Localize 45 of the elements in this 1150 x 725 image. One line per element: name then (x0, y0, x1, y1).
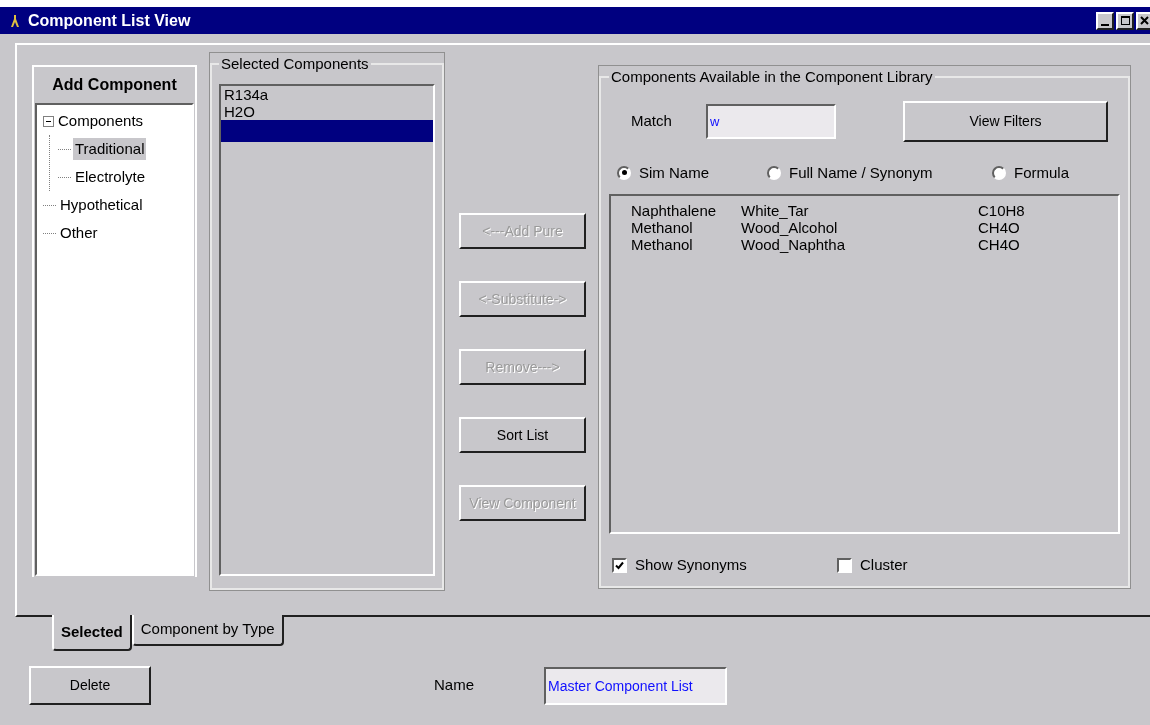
radio-label: Formula (1014, 162, 1069, 183)
action-button[interactable]: Delete (29, 666, 151, 705)
action-button[interactable]: View Filters (903, 100, 1108, 142)
checkbox-label: Cluster (860, 555, 908, 575)
table-cell-text: Naphthalene (631, 202, 718, 219)
match-label: Match (631, 110, 673, 131)
checkbox[interactable] (837, 557, 852, 573)
table-cell-text: Wood_Naphtha (741, 236, 846, 253)
maximize-icon[interactable] (1116, 11, 1134, 30)
list-item[interactable]: H2O (221, 102, 433, 120)
collapse-icon[interactable] (43, 115, 54, 127)
table-cell-text: Methanol (631, 236, 694, 253)
tab[interactable]: Component by Type (131, 615, 284, 646)
table-cell: C10H8 (978, 202, 1025, 219)
name-field[interactable]: Master Component List (544, 666, 727, 705)
minimize-icon[interactable] (1096, 11, 1114, 30)
tab[interactable]: Selected (52, 615, 132, 651)
tree-item[interactable]: Other (58, 221, 100, 245)
window-title: Component List View (28, 10, 191, 31)
checkbox[interactable] (612, 557, 627, 573)
table-cell-text: Methanol (631, 219, 694, 236)
tree-item[interactable]: Electrolyte (73, 165, 148, 189)
app-icon (10, 13, 20, 28)
close-icon[interactable] (1136, 11, 1150, 30)
table-cell: CH4O (978, 219, 1020, 236)
table-cell-text: Wood_Alcohol (741, 219, 839, 236)
checkbox-label: Show Synonyms (635, 555, 747, 575)
table-cell-text: White_Tar (741, 202, 810, 219)
radio-label: Sim Name (639, 162, 709, 183)
table-cell: CH4O (978, 236, 1020, 253)
match-field[interactable]: w (706, 103, 836, 139)
radio-button[interactable] (767, 165, 781, 180)
tree-item[interactable]: Hypothetical (58, 193, 145, 217)
name-label: Name (434, 675, 474, 696)
radio-button[interactable] (617, 165, 631, 180)
action-button[interactable]: Sort List (459, 417, 586, 453)
tree-item[interactable]: Traditional (73, 137, 147, 161)
radio-button[interactable] (992, 165, 1006, 180)
radio-label: Full Name / Synonym (789, 162, 933, 183)
selected-row[interactable] (221, 119, 433, 142)
tree-item[interactable]: Components (56, 109, 146, 133)
panel-title: Add Component (51, 75, 178, 95)
list-item[interactable]: R134a (221, 85, 433, 103)
group-title: Selected Components (220, 54, 370, 74)
group-title: Components Available in the Component Library (610, 67, 934, 87)
